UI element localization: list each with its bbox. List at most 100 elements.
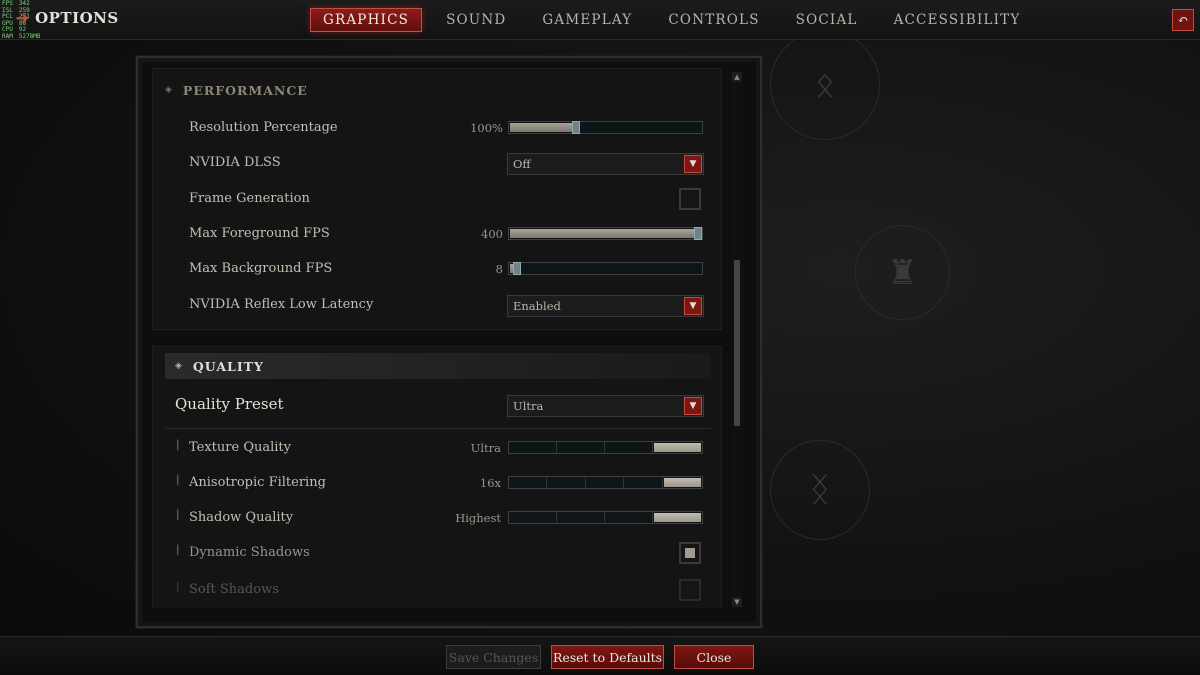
tab-bar: GRAPHICS SOUND GAMEPLAY CONTROLS SOCIAL … xyxy=(310,8,1045,32)
close-button[interactable]: Close xyxy=(674,645,754,669)
setting-label: Quality Preset xyxy=(175,395,284,413)
tab-gameplay[interactable]: GAMEPLAY xyxy=(530,8,644,32)
slider-handle[interactable] xyxy=(572,121,580,134)
setting-label: Anisotropic Filtering xyxy=(189,475,326,490)
setting-soft-shadows: ┃ Soft Shadows xyxy=(153,575,722,605)
bottom-action-bar: Save Changes Reset to Defaults Close xyxy=(0,636,1200,675)
background-rune-bottom: ᛝ xyxy=(770,440,870,540)
shadow-quality-slider[interactable] xyxy=(508,511,703,524)
setting-value: 8 xyxy=(495,262,503,276)
slider-segment[interactable] xyxy=(586,477,625,488)
section-header-quality: ◈ QUALITY xyxy=(165,353,711,379)
setting-label: NVIDIA Reflex Low Latency xyxy=(189,297,374,312)
nvidia-reflex-dropdown[interactable]: Enabled ▼ xyxy=(507,295,704,317)
slider-segment[interactable] xyxy=(557,442,605,453)
slider-segment[interactable] xyxy=(509,512,557,523)
setting-label: NVIDIA DLSS xyxy=(189,155,281,170)
setting-nvidia-reflex: NVIDIA Reflex Low Latency Enabled ▼ xyxy=(153,290,722,320)
tab-sound[interactable]: SOUND xyxy=(434,8,518,32)
tree-branch-icon: ┃ xyxy=(175,583,181,593)
slider-segment[interactable] xyxy=(557,512,605,523)
tree-branch-icon: ┃ xyxy=(175,511,181,521)
setting-label: Frame Generation xyxy=(189,191,310,206)
diamond-icon: ◈ xyxy=(165,85,173,95)
slider-segment[interactable] xyxy=(605,442,653,453)
setting-value: 400 xyxy=(481,227,503,241)
chevron-down-icon[interactable]: ▼ xyxy=(684,397,702,415)
setting-value: 16x xyxy=(479,476,501,490)
max-foreground-fps-slider[interactable] xyxy=(508,227,703,240)
setting-label: Texture Quality xyxy=(189,440,291,455)
setting-anisotropic-filtering: ┃ Anisotropic Filtering 16x xyxy=(153,468,722,498)
slider-segment[interactable] xyxy=(654,443,701,452)
setting-value: Ultra xyxy=(470,441,501,455)
slider-fill xyxy=(510,123,577,132)
setting-dynamic-shadows: ┃ Dynamic Shadows xyxy=(153,538,722,568)
dropdown-value: Off xyxy=(513,157,531,171)
save-changes-button[interactable]: Save Changes xyxy=(446,645,541,669)
quality-preset-dropdown[interactable]: Ultra ▼ xyxy=(507,395,704,417)
tab-accessibility[interactable]: ACCESSIBILITY xyxy=(882,8,1033,32)
setting-value: Highest xyxy=(455,511,501,525)
dropdown-value: Ultra xyxy=(513,399,544,413)
reset-to-defaults-button[interactable]: Reset to Defaults xyxy=(551,645,664,669)
top-navigation-bar: FPS 342 ISL 259 PCL 271 GPU 88 CPU 92 RAM 5278… xyxy=(0,0,1200,40)
performance-section: ◈ PERFORMANCE Resolution Percentage 100%… xyxy=(152,68,722,330)
fps-overlay-row: RAM 5278MB xyxy=(2,32,112,41)
setting-frame-generation: Frame Generation xyxy=(153,184,722,214)
setting-quality-preset: Quality Preset Ultra ▼ xyxy=(153,390,722,420)
scrollbar-thumb[interactable] xyxy=(734,260,740,426)
return-button[interactable]: ↶ xyxy=(1172,9,1194,31)
slider-segment[interactable] xyxy=(509,477,548,488)
return-icon: ↶ xyxy=(1177,12,1189,28)
fps-label: RAM xyxy=(2,32,13,40)
slider-segment[interactable] xyxy=(509,442,557,453)
scroll-down-icon[interactable]: ▼ xyxy=(732,597,742,607)
texture-quality-slider[interactable] xyxy=(508,441,703,454)
slider-fill xyxy=(510,229,699,238)
slider-segment[interactable] xyxy=(624,477,663,488)
chevron-down-icon[interactable]: ▼ xyxy=(684,155,702,173)
arrow-right-icon: ➔ xyxy=(16,9,30,27)
setting-label: Shadow Quality xyxy=(189,510,294,525)
max-background-fps-slider[interactable] xyxy=(508,262,703,275)
tab-graphics[interactable]: GRAPHICS xyxy=(310,8,423,32)
background-rune-top: ᛟ xyxy=(770,30,880,140)
soft-shadows-checkbox[interactable] xyxy=(679,579,701,601)
tree-branch-icon: ┃ xyxy=(175,476,181,486)
setting-resolution-percentage: Resolution Percentage 100% xyxy=(153,113,722,143)
tab-social[interactable]: SOCIAL xyxy=(784,8,870,32)
divider xyxy=(165,428,711,429)
setting-label: Dynamic Shadows xyxy=(189,545,310,560)
slider-handle[interactable] xyxy=(694,227,702,240)
tree-branch-icon: ┃ xyxy=(175,441,181,451)
setting-label: Soft Shadows xyxy=(189,582,279,597)
setting-value: 100% xyxy=(470,121,503,135)
setting-texture-quality: ┃ Texture Quality Ultra xyxy=(153,433,722,463)
tab-controls[interactable]: CONTROLS xyxy=(656,8,771,32)
slider-segment[interactable] xyxy=(547,477,586,488)
frame-generation-checkbox[interactable] xyxy=(679,188,701,210)
fps-value: 5278MB xyxy=(18,32,41,40)
scroll-up-icon[interactable]: ▲ xyxy=(732,72,742,82)
resolution-percentage-slider[interactable] xyxy=(508,121,703,134)
setting-label: Resolution Percentage xyxy=(189,120,338,135)
chevron-down-icon[interactable]: ▼ xyxy=(684,297,702,315)
slider-segment[interactable] xyxy=(654,513,701,522)
options-title: ➔ OPTIONS xyxy=(16,9,119,27)
setting-label: Max Foreground FPS xyxy=(189,226,330,241)
setting-nvidia-dlss: NVIDIA DLSS Off ▼ xyxy=(153,148,722,178)
nvidia-dlss-dropdown[interactable]: Off ▼ xyxy=(507,153,704,175)
section-title: QUALITY xyxy=(192,358,264,374)
dynamic-shadows-checkbox[interactable] xyxy=(679,542,701,564)
slider-segment[interactable] xyxy=(605,512,653,523)
anisotropic-filtering-slider[interactable] xyxy=(508,476,703,489)
setting-shadow-quality: ┃ Shadow Quality Highest xyxy=(153,503,722,533)
slider-segment[interactable] xyxy=(663,478,702,487)
slider-handle[interactable] xyxy=(513,262,521,275)
panel-scrollbar[interactable]: ▲ ▼ xyxy=(732,72,742,607)
diamond-icon: ◈ xyxy=(175,361,183,371)
settings-panel[interactable]: ◈ PERFORMANCE Resolution Percentage 100%… xyxy=(152,68,722,608)
setting-max-foreground-fps: Max Foreground FPS 400 xyxy=(153,219,722,249)
page-title: OPTIONS xyxy=(35,9,119,27)
